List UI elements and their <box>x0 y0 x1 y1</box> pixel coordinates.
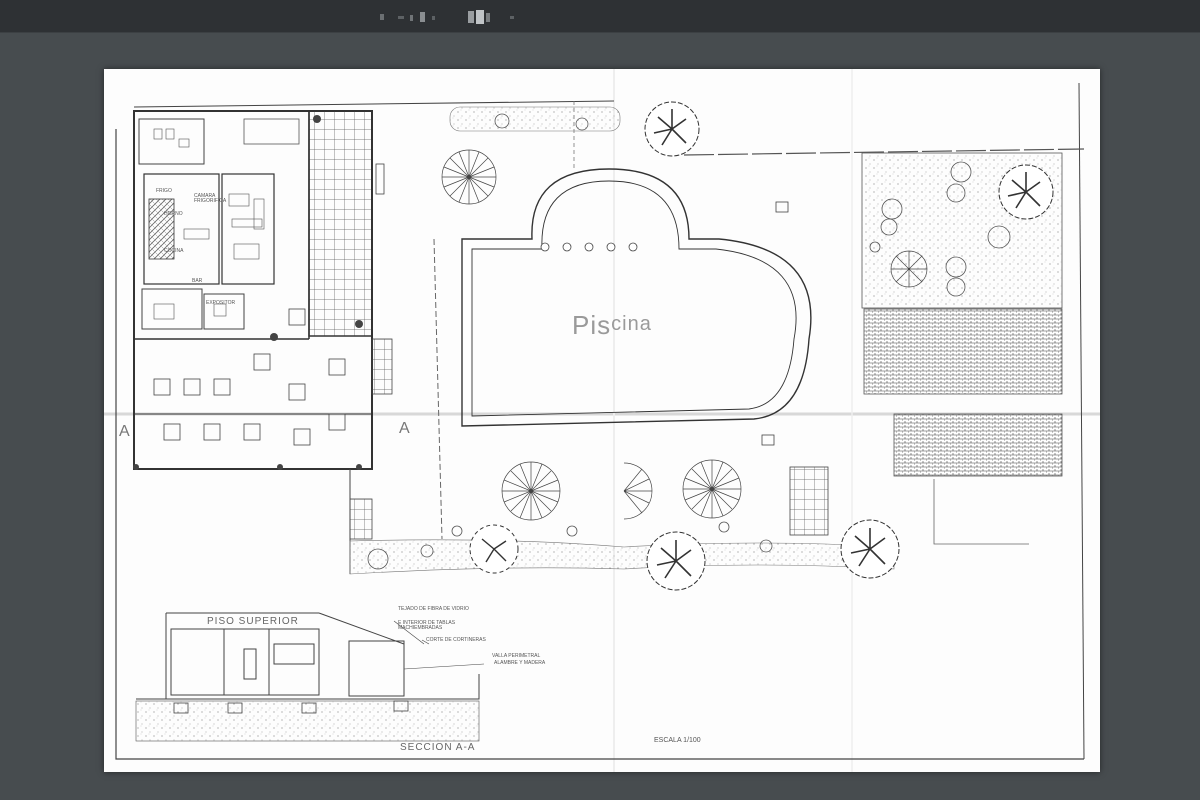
section-note-fence: VALLA PERIMETRAL <box>492 653 541 659</box>
section-note-roof-2: E INTERIOR DE TABLAS MACHIEMBRADAS <box>398 620 456 631</box>
scale-label: ESCALA 1/100 <box>654 737 701 744</box>
document-viewer-canvas[interactable]: Piscina A A FRIGO HORNO CAMARA FRIGORIFI… <box>0 33 1200 800</box>
kitchen-label-frigo: FRIGO <box>156 188 172 194</box>
section-note-fence-2: ALAMBRE Y MADERA <box>494 660 546 666</box>
pool-label-superscript: cina <box>611 313 652 335</box>
pool-label: Piscina <box>572 312 652 338</box>
kitchen-label-expositor: EXPOSITOR <box>206 300 236 306</box>
section-floor-label: PISO SUPERIOR <box>207 616 299 627</box>
section-note-curtain: CORTE DE CORTINERAS <box>426 637 486 643</box>
pool-outline <box>461 168 812 427</box>
plan-drawing <box>104 69 1100 772</box>
kitchen-label-horno: HORNO <box>164 211 183 217</box>
window-title-blurred <box>380 10 514 24</box>
kitchen-label-cocina: COCINA <box>164 248 184 254</box>
kitchen-label-camara: CAMARA FRIGORIFICA <box>194 193 227 204</box>
architectural-plan-sheet: Piscina A A FRIGO HORNO CAMARA FRIGORIFI… <box>104 69 1100 772</box>
section-marker-right: A <box>399 420 410 437</box>
pool-label-main: Pis <box>572 310 612 340</box>
section-note-roof: TEJADO DE FIBRA DE VIDRIO <box>398 606 469 612</box>
section-title: SECCION A-A <box>400 742 476 753</box>
viewer-titlebar: plano <box>0 0 1200 33</box>
palm-trees <box>441 149 928 521</box>
section-marker-left: A <box>119 423 130 440</box>
section-a-a-drawing <box>135 612 485 742</box>
kitchen-label-bar: BAR <box>192 278 203 284</box>
